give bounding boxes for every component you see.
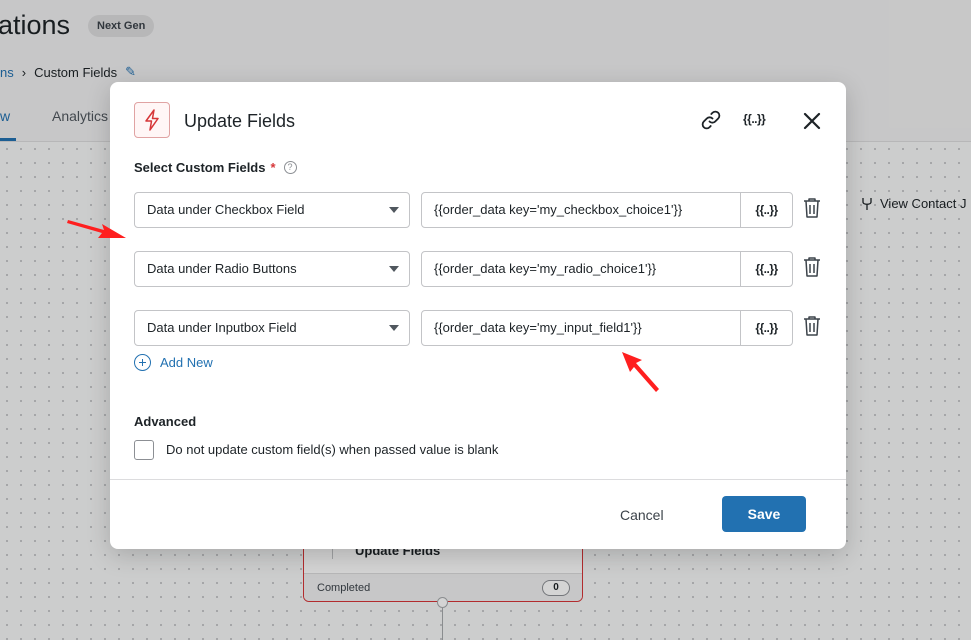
field-row: Data under Radio Buttons {{order_data ke…	[134, 251, 824, 287]
advanced-heading: Advanced	[134, 414, 197, 429]
close-icon[interactable]	[800, 109, 824, 133]
cancel-button[interactable]: Cancel	[620, 507, 664, 523]
modal-title: Update Fields	[184, 111, 296, 131]
skip-blank-checkbox[interactable]	[134, 440, 154, 460]
annotation-arrow-icon	[67, 220, 126, 238]
add-new-button[interactable]: Add New	[134, 354, 213, 371]
custom-field-select[interactable]: Data under Inputbox Field	[134, 310, 410, 346]
annotation-arrow-icon	[622, 352, 659, 392]
input-value: {{order_data key='my_checkbox_choice1'}}	[434, 202, 683, 217]
skip-blank-checkbox-label[interactable]: Do not update custom field(s) when passe…	[166, 442, 498, 457]
input-value: {{order_data key='my_radio_choice1'}}	[434, 261, 657, 276]
merge-tag-button[interactable]: {{..}}	[740, 193, 792, 227]
custom-field-select[interactable]: Data under Radio Buttons	[134, 251, 410, 287]
select-value: Data under Checkbox Field	[147, 202, 305, 217]
action-icon-box	[134, 102, 170, 138]
field-row: Data under Checkbox Field {{order_data k…	[134, 192, 824, 228]
caret-down-icon	[389, 325, 399, 331]
custom-field-select[interactable]: Data under Checkbox Field	[134, 192, 410, 228]
section-label-text: Select Custom Fields	[134, 160, 266, 175]
merge-tags-button[interactable]: {{..}}	[743, 112, 766, 126]
field-value-input[interactable]: {{order_data key='my_checkbox_choice1'}}…	[421, 192, 793, 228]
link-icon[interactable]	[700, 109, 722, 131]
select-custom-fields-label: Select Custom Fields * ?	[134, 160, 297, 175]
field-value-input[interactable]: {{order_data key='my_input_field1'}} {{.…	[421, 310, 793, 346]
add-new-label: Add New	[160, 355, 213, 370]
caret-down-icon	[389, 207, 399, 213]
trash-icon[interactable]	[802, 197, 822, 219]
select-value: Data under Inputbox Field	[147, 320, 297, 335]
caret-down-icon	[389, 266, 399, 272]
add-circle-icon	[134, 354, 151, 371]
trash-icon[interactable]	[802, 315, 822, 337]
required-mark: *	[270, 160, 276, 175]
save-button[interactable]: Save	[722, 496, 806, 532]
lightning-icon	[145, 109, 159, 131]
trash-icon[interactable]	[802, 256, 822, 278]
help-icon[interactable]: ?	[283, 161, 297, 174]
field-row: Data under Inputbox Field {{order_data k…	[134, 310, 824, 346]
field-value-input[interactable]: {{order_data key='my_radio_choice1'}} {{…	[421, 251, 793, 287]
update-fields-modal: Update Fields {{..}} Select Custom Field…	[110, 82, 846, 549]
merge-tag-button[interactable]: {{..}}	[740, 252, 792, 286]
footer-divider	[110, 479, 846, 480]
merge-tag-button[interactable]: {{..}}	[740, 311, 792, 345]
input-value: {{order_data key='my_input_field1'}}	[434, 320, 642, 335]
select-value: Data under Radio Buttons	[147, 261, 297, 276]
